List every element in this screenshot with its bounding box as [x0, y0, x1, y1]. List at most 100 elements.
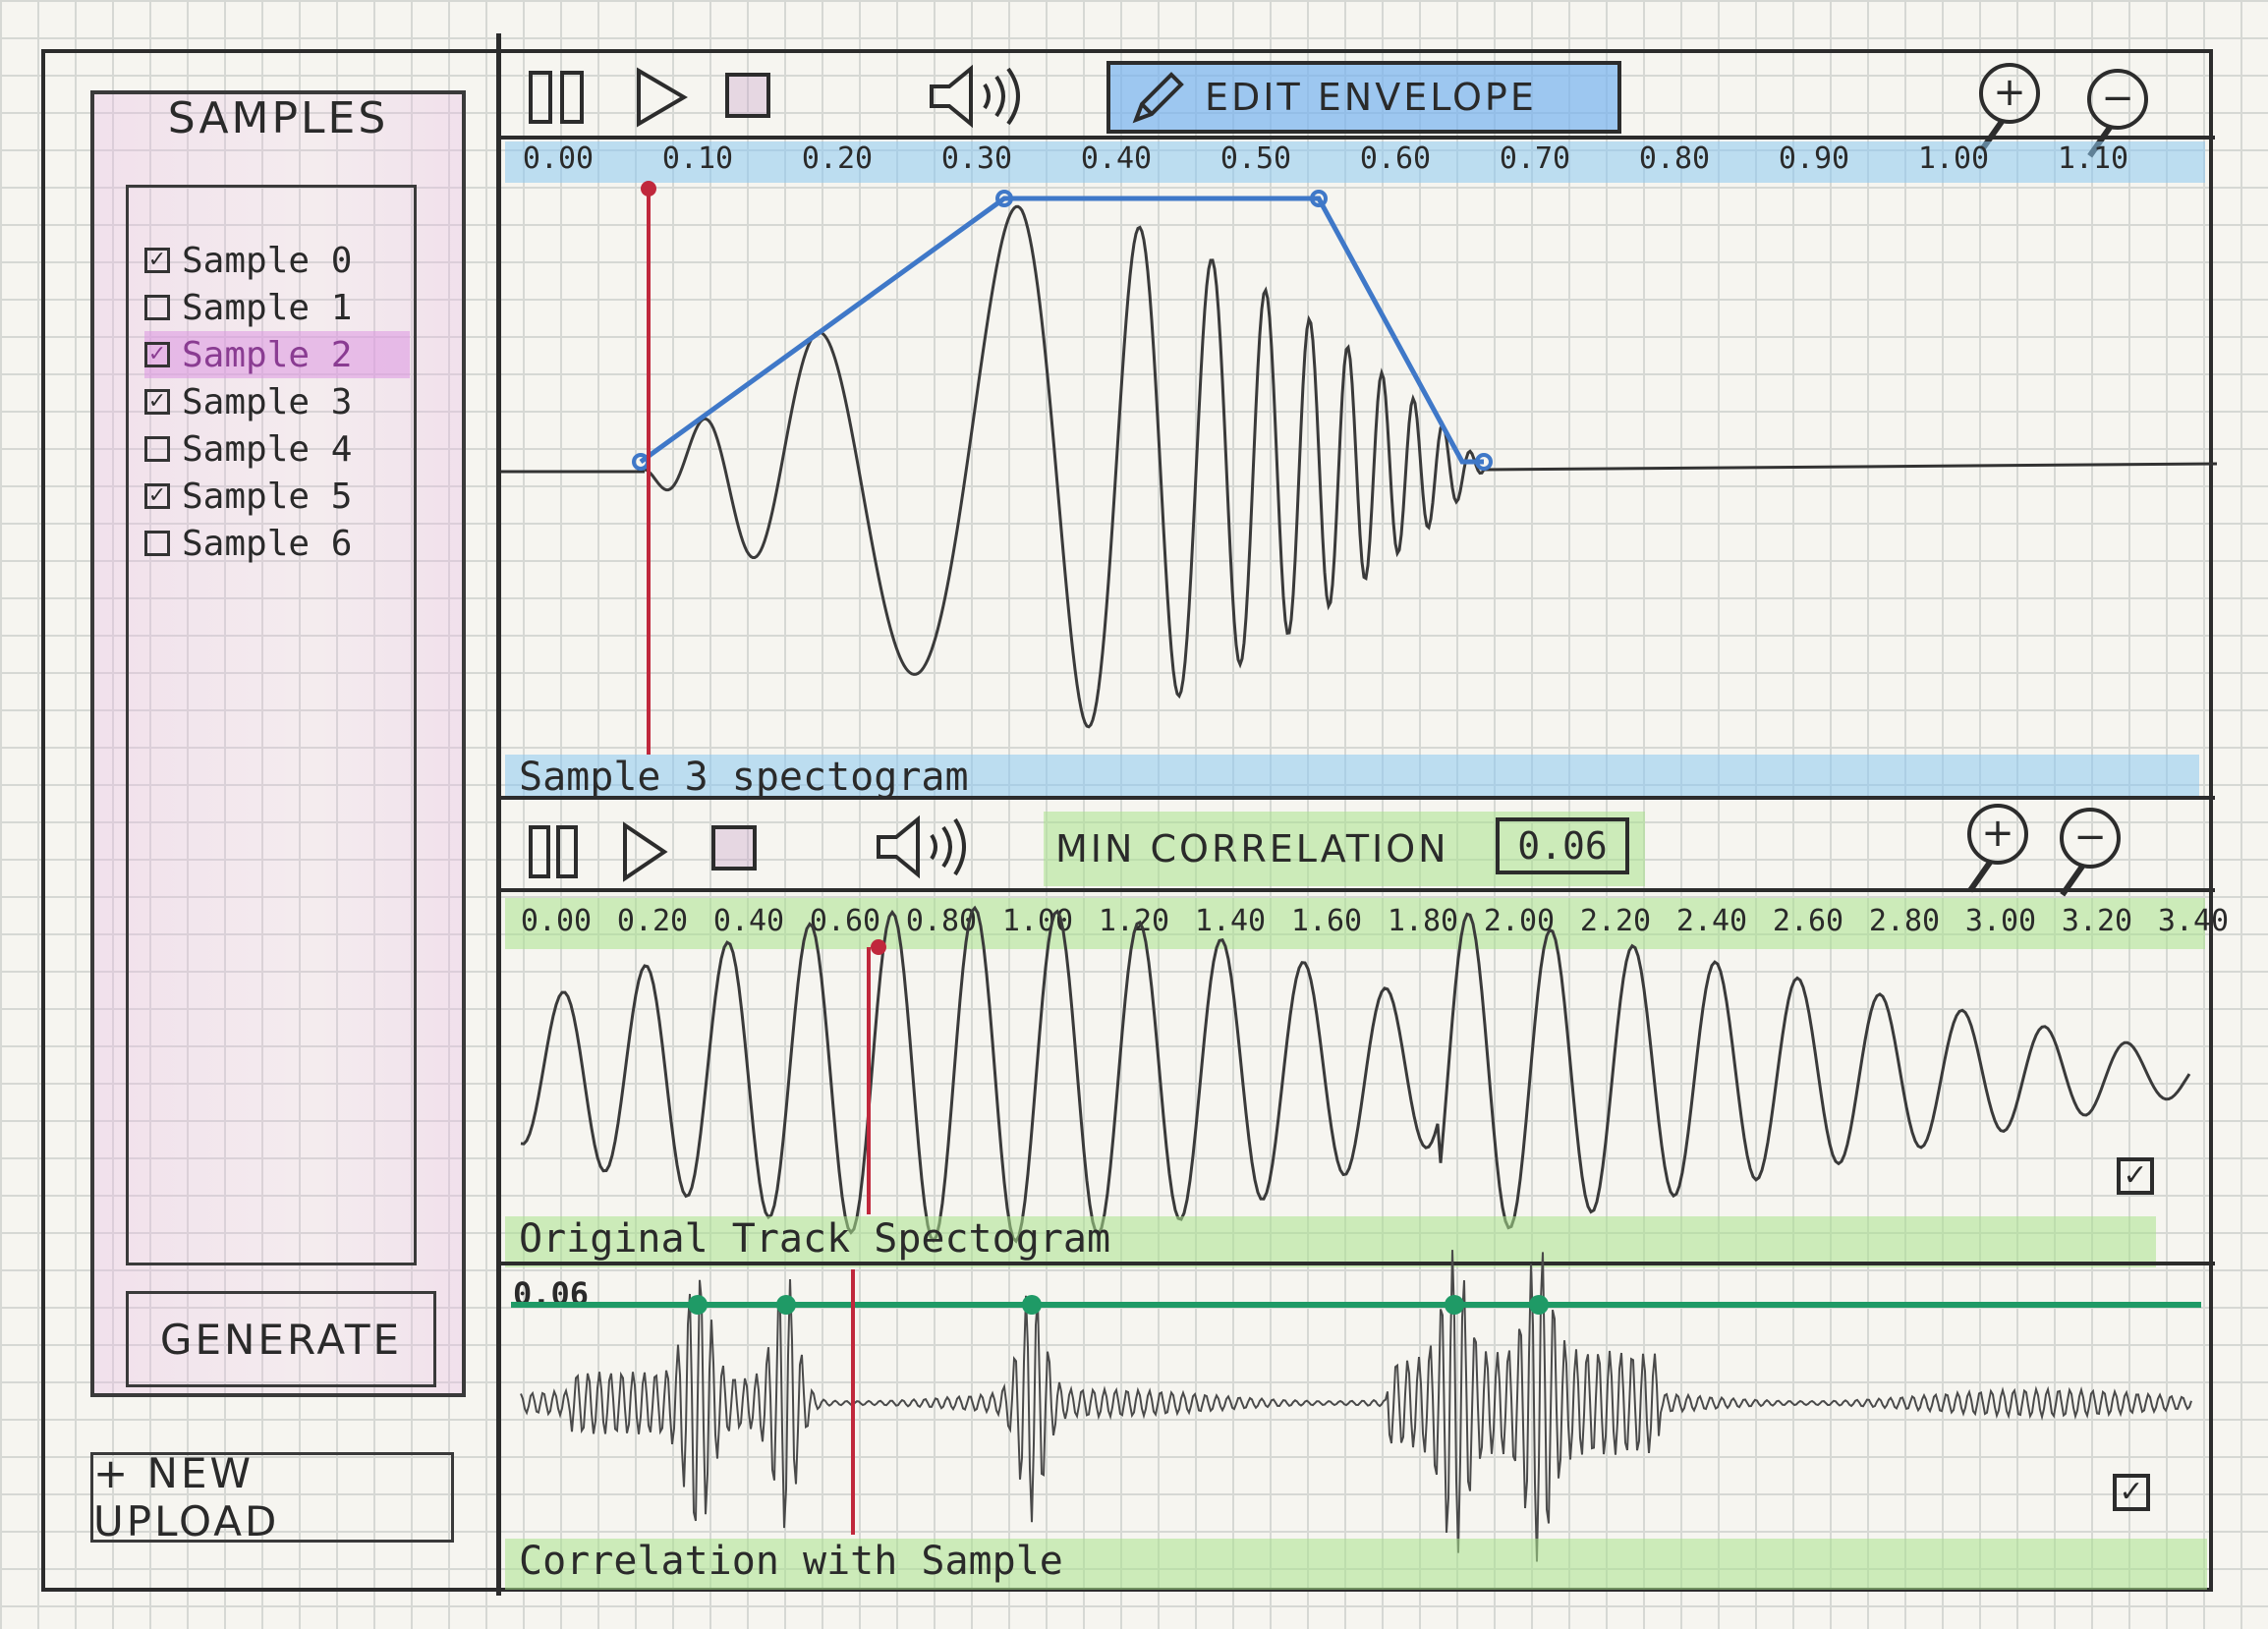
generate-button[interactable]: GENERATE	[126, 1291, 436, 1387]
correlation-label: Correlation with Sample	[505, 1539, 2207, 1590]
zoom-out-button[interactable]: −	[2087, 69, 2148, 130]
sample-item-4[interactable]: Sample 4	[144, 425, 410, 473]
sample-item-6[interactable]: Sample 6	[144, 520, 410, 567]
pause-button[interactable]	[527, 69, 588, 126]
panel-divider-h2	[499, 1262, 2215, 1265]
tick-label: 0.40	[712, 904, 785, 938]
sample-checkbox[interactable]	[144, 531, 170, 556]
volume-button-2[interactable]	[875, 814, 973, 879]
sample-item-2[interactable]: ✓ Sample 2	[144, 331, 410, 378]
samples-title: SAMPLES	[167, 93, 389, 143]
pause-icon	[529, 71, 584, 124]
waveform-line	[644, 204, 1486, 729]
tick-label: 2.40	[1675, 904, 1748, 938]
tick-label: 0.00	[520, 904, 593, 938]
playhead-handle	[871, 939, 886, 955]
tick-label: 1.80	[1387, 904, 1459, 938]
zoom-in-button-2[interactable]: +	[1967, 804, 2028, 865]
sample-spectrogram-label: Sample 3 spectogram	[505, 755, 2199, 800]
volume-icon	[877, 814, 966, 879]
tick-label: 1.40	[1194, 904, 1267, 938]
tick-label: 0.30	[940, 141, 1013, 176]
sample-checkbox[interactable]: ✓	[144, 483, 170, 509]
tick-label: 2.20	[1579, 904, 1652, 938]
tick-label: 0.50	[1219, 141, 1292, 176]
tick-label: 3.20	[2061, 904, 2133, 938]
correlation-peak-marker	[1022, 1295, 1042, 1315]
min-correlation-control: MIN CORRELATION 0.06	[1044, 812, 1645, 886]
sample-checkbox[interactable]: ✓	[144, 389, 170, 415]
tick-label: 3.00	[1964, 904, 2037, 938]
playhead-handle	[641, 181, 656, 197]
sample-label: Sample 3	[182, 381, 353, 422]
zoom-in-icon: +	[1981, 811, 2014, 856]
sample-checkbox[interactable]: ✓	[144, 248, 170, 273]
tick-label: 1.00	[1917, 141, 1990, 176]
samples-list: ✓ Sample 0 Sample 1 ✓ Sample 2 ✓ Sample 3 S…	[126, 185, 417, 1265]
track-waveform-line	[520, 905, 2191, 1244]
play-icon	[623, 821, 668, 882]
sample-label: Sample 0	[182, 240, 353, 281]
sample-checkbox[interactable]	[144, 436, 170, 462]
correlation-waveform[interactable]	[501, 1250, 2217, 1562]
tick-label: 1.10	[2057, 141, 2129, 176]
toolbar-divider-2	[499, 888, 2215, 892]
stop-button-2[interactable]	[711, 825, 757, 871]
edit-envelope-button[interactable]: EDIT ENVELOPE	[1106, 61, 1621, 134]
sample-item-1[interactable]: Sample 1	[144, 284, 410, 331]
sample-checkbox[interactable]: ✓	[144, 342, 170, 367]
sample-item-0[interactable]: ✓ Sample 0	[144, 237, 410, 284]
sample-item-3[interactable]: ✓ Sample 3	[144, 378, 410, 425]
envelope-line	[639, 196, 1484, 465]
volume-icon	[930, 64, 1020, 129]
sample-label: Sample 4	[182, 428, 353, 470]
top-timeline-ruler[interactable]: 0.00 0.10 0.20 0.30 0.40 0.50 0.60 0.70 0.80 0.90…	[505, 141, 2205, 183]
tick-label: 2.80	[1868, 904, 1941, 938]
zoom-out-icon: −	[2101, 76, 2134, 121]
min-correlation-input[interactable]: 0.06	[1496, 817, 1629, 874]
volume-button[interactable]	[928, 64, 1030, 129]
correlation-peak-marker	[1529, 1295, 1549, 1315]
sample-item-5[interactable]: ✓ Sample 5	[144, 473, 410, 520]
tick-label: 2.00	[1483, 904, 1556, 938]
track-visibility-checkbox[interactable]: ✓	[2117, 1157, 2154, 1195]
play-icon	[637, 67, 688, 128]
panel-divider-h	[499, 796, 2215, 800]
baseline	[1483, 462, 2218, 472]
correlation-peak-marker	[688, 1295, 708, 1315]
tick-label: 0.90	[1778, 141, 1850, 176]
top-waveform[interactable]	[501, 181, 2218, 755]
tick-label: 1.60	[1290, 904, 1363, 938]
pause-button-2[interactable]	[527, 823, 582, 880]
sample-checkbox[interactable]	[144, 295, 170, 320]
bottom-timeline-ruler[interactable]: 0.00 0.20 0.40 0.60 0.80 1.00 1.20 1.40 1.60 1.80…	[505, 898, 2229, 949]
sample-label: Sample 2	[182, 334, 353, 375]
play-button[interactable]	[635, 67, 688, 128]
sample-label: Sample 5	[182, 476, 353, 517]
new-upload-button[interactable]: + NEW UPLOAD	[90, 1449, 454, 1545]
zoom-in-icon: +	[1993, 70, 2026, 115]
correlation-visibility-checkbox[interactable]: ✓	[2113, 1474, 2150, 1511]
tick-label: 3.40	[2157, 904, 2230, 938]
play-button-2[interactable]	[621, 821, 668, 882]
edit-envelope-label: EDIT ENVELOPE	[1205, 76, 1537, 119]
toolbar-divider	[499, 136, 2215, 140]
zoom-out-icon: −	[2073, 814, 2107, 860]
pencil-icon	[1132, 72, 1184, 124]
tick-label: 0.10	[661, 141, 734, 176]
tick-label: 2.60	[1772, 904, 1844, 938]
tick-label: 0.60	[1359, 141, 1432, 176]
bottom-tick-labels: 0.00 0.20 0.40 0.60 0.80 1.00 1.20 1.40 1.60 1.80…	[505, 904, 2229, 945]
track-waveform[interactable]	[501, 905, 2217, 1244]
zoom-out-button-2[interactable]: −	[2060, 808, 2121, 869]
original-track-label: Original Track Spectogram	[505, 1216, 2156, 1267]
sample-label: Sample 1	[182, 287, 353, 328]
zoom-in-button[interactable]: +	[1979, 63, 2040, 124]
sample-label: Sample 6	[182, 523, 353, 564]
top-tick-labels: 0.00 0.10 0.20 0.30 0.40 0.50 0.60 0.70 0.80 0.90…	[505, 141, 2205, 183]
tick-label: 0.70	[1499, 141, 1571, 176]
tick-label: 0.20	[801, 141, 874, 176]
correlation-peak-marker	[1445, 1295, 1464, 1315]
stop-button[interactable]	[725, 73, 770, 118]
tick-label: 0.40	[1080, 141, 1153, 176]
